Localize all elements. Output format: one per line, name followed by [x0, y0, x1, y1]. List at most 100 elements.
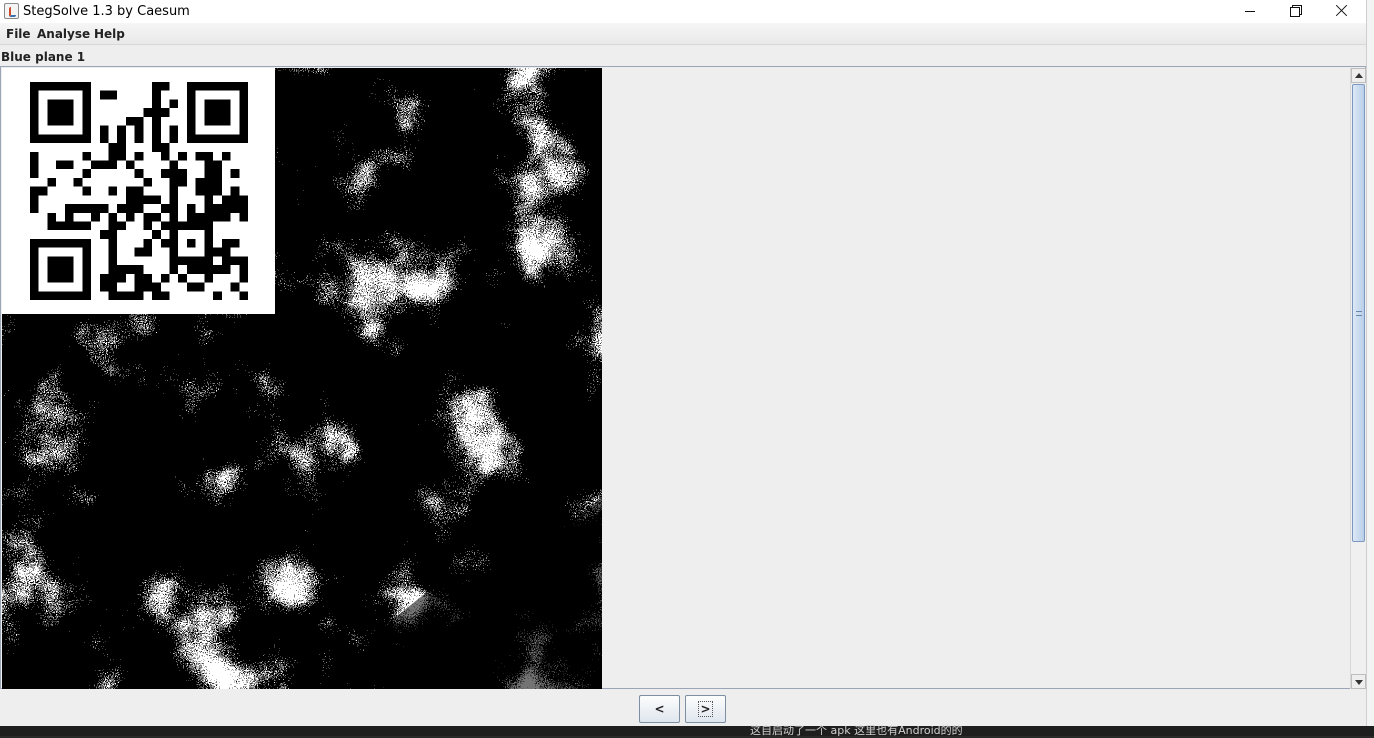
qr-module: [30, 273, 39, 283]
menu-file[interactable]: File: [6, 27, 31, 41]
qr-module: [239, 125, 248, 135]
qr-module: [64, 221, 74, 231]
qr-module: [64, 160, 74, 170]
image-viewer: [0, 66, 1366, 689]
qr-module: [82, 265, 92, 274]
qr-module: [64, 82, 74, 91]
qr-module: [47, 116, 57, 126]
qr-module: [99, 134, 109, 144]
qr-module: [82, 169, 92, 178]
qr-module: [56, 160, 65, 170]
qr-module: [117, 265, 126, 274]
scroll-up-arrow-icon[interactable]: [1351, 68, 1366, 83]
next-plane-button[interactable]: >: [685, 695, 726, 723]
qr-module: [134, 282, 144, 292]
qr-module: [64, 212, 74, 222]
qr-module: [221, 134, 231, 144]
qr-module: [152, 230, 161, 239]
qr-module: [56, 108, 65, 117]
qr-module: [169, 230, 179, 239]
qr-module: [56, 265, 65, 274]
qr-module: [108, 90, 118, 100]
qr-module: [82, 82, 92, 91]
qr-module: [82, 186, 92, 196]
qr-module: [56, 238, 65, 248]
qr-module: [56, 291, 65, 300]
qr-module: [82, 247, 92, 257]
qr-module: [152, 108, 161, 117]
qr-module: [82, 256, 92, 266]
qr-module: [117, 134, 126, 144]
vertical-scrollbar[interactable]: [1350, 68, 1366, 689]
qr-module: [47, 212, 57, 222]
qr-module: [30, 134, 39, 144]
qr-module: [230, 186, 240, 196]
qr-module: [108, 212, 118, 222]
qr-module: [125, 204, 135, 213]
qr-module: [30, 169, 39, 178]
qr-module: [204, 134, 214, 144]
qr-module: [73, 134, 83, 144]
bit-plane-image: [2, 68, 602, 689]
qr-module: [134, 204, 144, 213]
qr-module: [213, 108, 222, 117]
qr-module: [108, 256, 118, 266]
previous-plane-button[interactable]: <: [639, 695, 680, 723]
qr-module: [169, 247, 179, 257]
qr-module: [125, 291, 135, 300]
qr-module: [143, 238, 153, 248]
qr-module: [82, 134, 92, 144]
qr-module: [38, 238, 48, 248]
qr-module: [239, 265, 248, 274]
scroll-down-arrow-icon[interactable]: [1351, 674, 1366, 689]
title-bar[interactable]: StegSolve 1.3 by Caesum: [0, 0, 1366, 23]
qr-module: [47, 273, 57, 283]
qr-module: [82, 125, 92, 135]
qr-module: [213, 116, 222, 126]
close-button[interactable]: [1319, 0, 1365, 23]
qr-module: [143, 108, 153, 117]
qr-module: [134, 169, 144, 178]
qr-module: [239, 291, 248, 300]
qr-module: [108, 273, 118, 283]
menu-bar: File Analyse Help: [0, 23, 1366, 45]
qr-module: [30, 204, 39, 213]
qr-module: [134, 247, 144, 257]
qr-module: [186, 221, 196, 231]
qr-module: [56, 134, 65, 144]
qr-module: [64, 265, 74, 274]
qr-module: [117, 143, 126, 152]
qr-module: [221, 195, 231, 205]
qr-module: [169, 256, 179, 266]
qr-module: [125, 195, 135, 205]
qr-module: [195, 221, 205, 231]
qr-module: [82, 238, 92, 248]
qr-module: [213, 186, 222, 196]
qr-module: [38, 186, 48, 196]
qr-module: [204, 116, 214, 126]
menu-analyse[interactable]: Analyse: [37, 27, 90, 41]
qr-module: [178, 151, 187, 161]
qr-module: [38, 291, 48, 300]
qr-module: [99, 273, 109, 283]
menu-help[interactable]: Help: [94, 27, 125, 41]
minimize-button[interactable]: [1227, 0, 1273, 23]
qr-module: [169, 125, 179, 135]
qr-module: [82, 204, 92, 213]
qr-module: [160, 221, 170, 231]
qr-module: [152, 291, 161, 300]
qr-module: [30, 108, 39, 117]
restore-button[interactable]: [1273, 0, 1319, 23]
window-title: StegSolve 1.3 by Caesum: [23, 4, 190, 19]
qr-module: [221, 151, 231, 161]
previous-label: <: [654, 702, 665, 716]
qr-module: [91, 160, 100, 170]
qr-module: [108, 186, 118, 196]
qr-module: [221, 247, 231, 257]
qr-module: [143, 221, 153, 231]
qr-module: [47, 134, 57, 144]
qr-module: [221, 204, 231, 213]
scrollbar-thumb[interactable]: [1352, 84, 1365, 542]
qr-module: [169, 204, 179, 213]
qr-module: [230, 204, 240, 213]
